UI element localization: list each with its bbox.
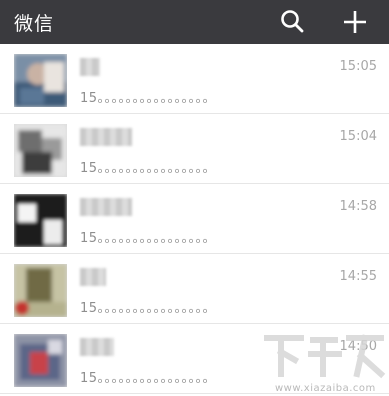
chat-row[interactable]: 14:50 15。。。。。。。。。。。。。。。。 xyxy=(0,324,389,394)
contact-name xyxy=(80,198,132,216)
message-time: 15:05 xyxy=(339,59,377,74)
avatar xyxy=(14,264,67,317)
chat-row[interactable]: 14:58 15。。。。。。。。。。。。。。。。 xyxy=(0,184,389,254)
message-preview: 15。。。。。。。。。。。。。。。。 xyxy=(80,371,217,386)
add-button[interactable] xyxy=(339,6,371,38)
avatar xyxy=(14,334,67,387)
app-title: 微信 xyxy=(14,13,55,35)
message-preview: 15。。。。。。。。。。。。。。。。 xyxy=(80,161,217,176)
contact-name xyxy=(80,128,132,146)
message-time: 14:55 xyxy=(339,269,377,284)
contact-name xyxy=(80,338,114,356)
chat-row[interactable]: 14:55 15。。。。。。。。。。。。。。。。 xyxy=(0,254,389,324)
search-icon xyxy=(281,10,304,33)
chat-row[interactable]: 15:04 15。。。。。。。。。。。。。。。。 xyxy=(0,114,389,184)
message-preview: 15。。。。。。。。。。。。。。。。 xyxy=(80,231,217,246)
contact-name xyxy=(80,268,106,286)
chat-list: 15:05 15。。。。。。。。。。。。。。。。 15:04 15。。。。。。。… xyxy=(0,44,389,394)
message-time: 14:50 xyxy=(339,339,377,354)
contact-name xyxy=(80,58,100,76)
search-button[interactable] xyxy=(277,6,309,38)
avatar xyxy=(14,194,67,247)
chat-row[interactable]: 15:05 15。。。。。。。。。。。。。。。。 xyxy=(0,44,389,114)
top-bar: 微信 xyxy=(0,0,389,44)
message-preview: 15。。。。。。。。。。。。。。。。 xyxy=(80,91,217,106)
message-time: 14:58 xyxy=(339,199,377,214)
avatar xyxy=(14,124,67,177)
plus-icon xyxy=(344,11,366,33)
avatar xyxy=(14,54,67,107)
message-preview: 15。。。。。。。。。。。。。。。。 xyxy=(80,301,217,316)
message-time: 15:04 xyxy=(339,129,377,144)
